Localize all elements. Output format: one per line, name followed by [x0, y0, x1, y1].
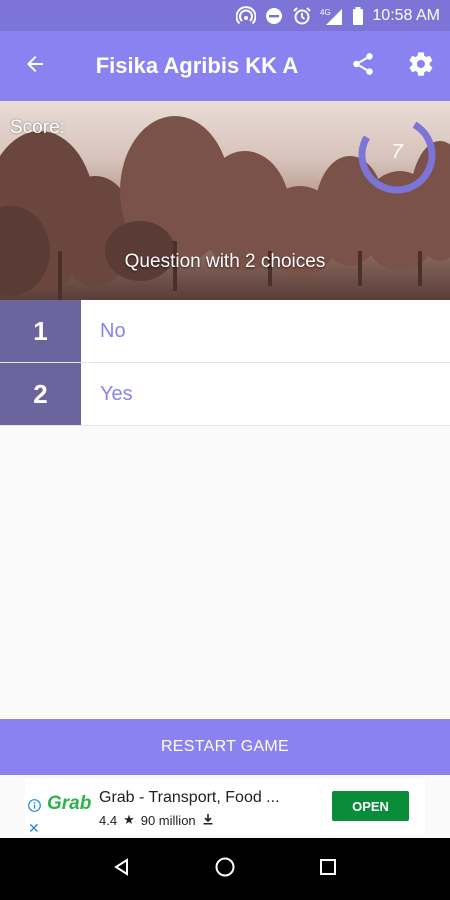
system-nav-bar — [0, 838, 450, 900]
share-icon — [350, 51, 376, 82]
choice-item[interactable]: 2 Yes — [0, 363, 450, 426]
ad-brand-logo: Grab — [47, 793, 92, 814]
choice-item[interactable]: 1 No — [0, 300, 450, 363]
back-arrow-icon — [23, 52, 47, 81]
nav-back-icon — [112, 857, 132, 882]
ad-banner: ✕ Grab Grab - Transport, Food ... 4.4 ★ … — [0, 775, 450, 838]
app-bar: Fisika Agribis KK A — [0, 31, 450, 101]
settings-icon — [407, 50, 435, 83]
nav-home-icon — [214, 856, 236, 883]
back-button[interactable] — [0, 31, 70, 101]
ad-rating: 4.4 — [99, 812, 118, 828]
choice-label: No — [100, 319, 126, 342]
download-icon — [202, 813, 214, 828]
ad-content[interactable]: ✕ Grab Grab - Transport, Food ... 4.4 ★ … — [25, 779, 425, 837]
choice-number: 1 — [0, 300, 81, 362]
question-header: Score: 7 Question with 2 choices — [0, 101, 450, 300]
page-title: Fisika Agribis KK A — [95, 53, 299, 78]
choice-number: 2 — [0, 363, 81, 425]
settings-button[interactable] — [392, 31, 450, 101]
ad-title: Grab - Transport, Food ... — [99, 789, 280, 806]
choice-label: Yes — [100, 382, 133, 405]
nav-back-button[interactable] — [102, 849, 142, 889]
question-text: Question with 2 choices — [124, 251, 326, 272]
ad-close-icon[interactable]: ✕ — [28, 820, 40, 837]
alarm-icon — [292, 6, 312, 26]
ad-open-button[interactable]: OPEN — [332, 791, 409, 821]
ad-meta: 4.4 ★ 90 million — [99, 812, 214, 828]
dnd-icon — [264, 6, 284, 26]
ad-info-icon[interactable] — [28, 799, 41, 812]
battery-icon — [352, 6, 364, 26]
score-value: 7 — [391, 141, 403, 163]
star-icon: ★ — [123, 812, 135, 827]
svg-text:4G: 4G — [320, 8, 331, 17]
nav-recents-button[interactable] — [308, 849, 348, 889]
share-button[interactable] — [334, 31, 392, 101]
score-label: Score: — [10, 117, 65, 138]
status-bar: 4G 10:58 AM — [0, 0, 450, 31]
signal-icon: 4G — [320, 6, 344, 26]
nav-home-button[interactable] — [205, 849, 245, 889]
nav-recents-icon — [319, 858, 337, 881]
choice-list: 1 No 2 Yes — [0, 300, 450, 426]
status-time: 10:58 AM — [372, 6, 440, 24]
hotspot-icon — [236, 5, 257, 26]
ad-downloads: 90 million — [140, 812, 196, 828]
restart-game-button[interactable]: RESTART GAME — [0, 719, 450, 775]
